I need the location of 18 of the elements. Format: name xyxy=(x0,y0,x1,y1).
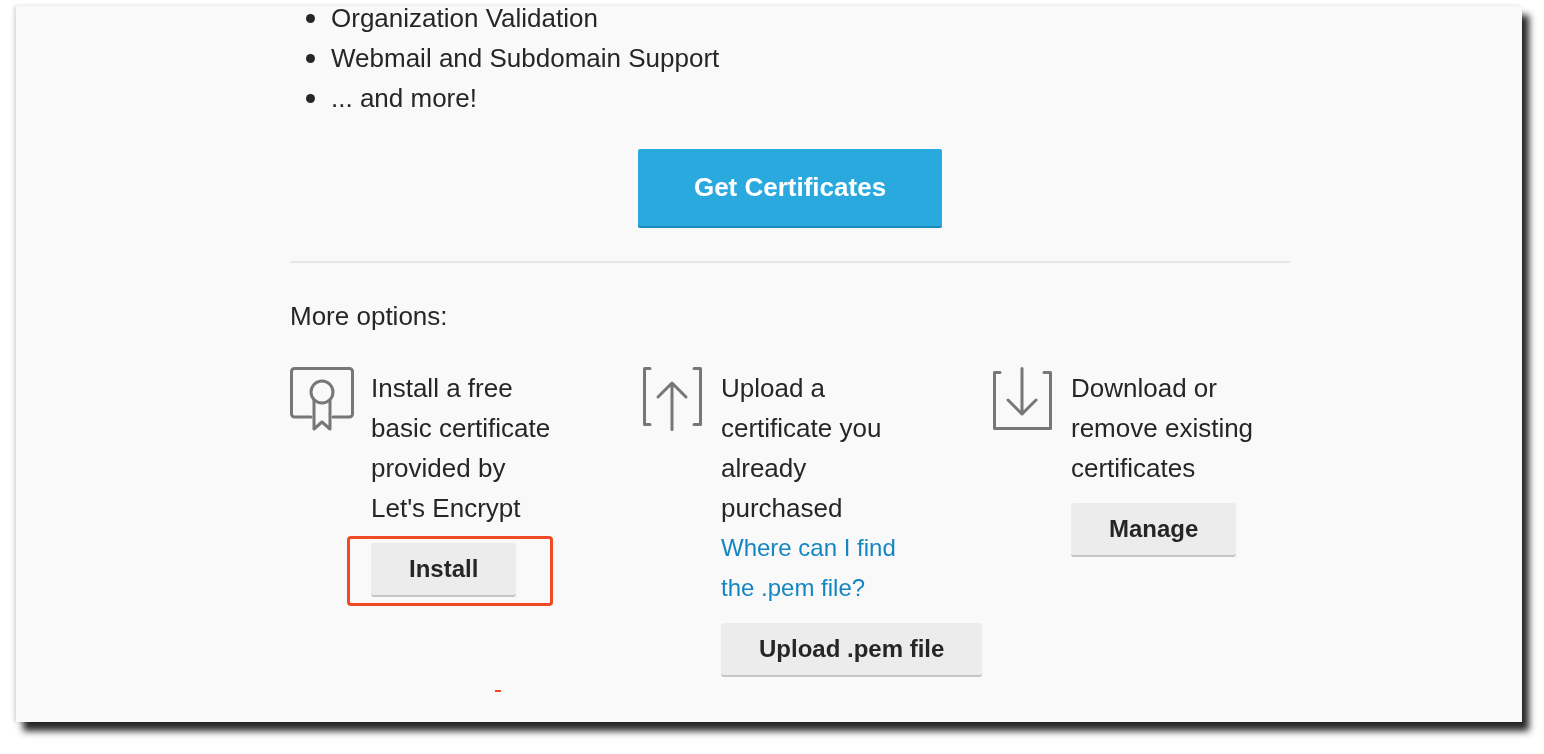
option-button[interactable]: Upload .pem file xyxy=(721,623,983,677)
option-button[interactable]: Manage xyxy=(1071,503,1237,557)
feature-text: Webmail and Subdomain Support xyxy=(331,42,720,75)
download-icon xyxy=(990,367,1054,431)
bullet-icon xyxy=(306,13,315,23)
option-description: Install a free basic certificate provided by Let's Encrypt xyxy=(371,372,552,525)
option-button[interactable]: Install xyxy=(371,543,517,597)
help-link[interactable]: Where can I find the .pem file? xyxy=(721,528,911,608)
option-description: Upload a certificate you already purchased xyxy=(721,372,883,525)
certificate-icon xyxy=(290,367,354,431)
bullet-icon xyxy=(306,93,315,103)
upload-icon xyxy=(640,367,704,431)
feature-text: Organization Validation xyxy=(331,2,598,35)
feature-text: ... and more! xyxy=(331,82,477,115)
dash-icon xyxy=(495,690,501,692)
bullet-icon xyxy=(306,53,315,63)
more-options-heading: More options: xyxy=(290,300,448,333)
option-description: Download or remove existing certificates xyxy=(1071,372,1255,485)
